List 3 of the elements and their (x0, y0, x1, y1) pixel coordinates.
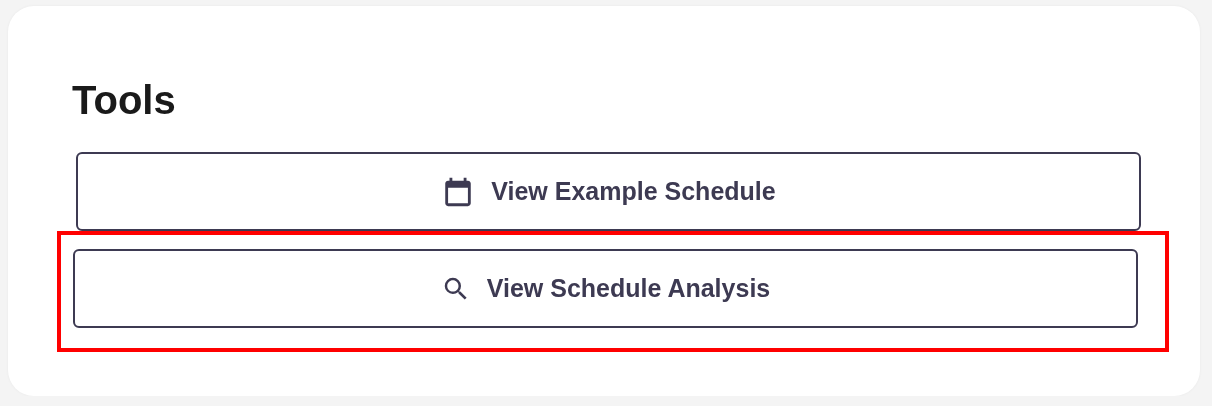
tool-button[interactable]: View Schedule Analysis (73, 249, 1138, 328)
tool-button[interactable]: View Example Schedule (76, 152, 1141, 231)
section-title: Tools (72, 78, 177, 122)
